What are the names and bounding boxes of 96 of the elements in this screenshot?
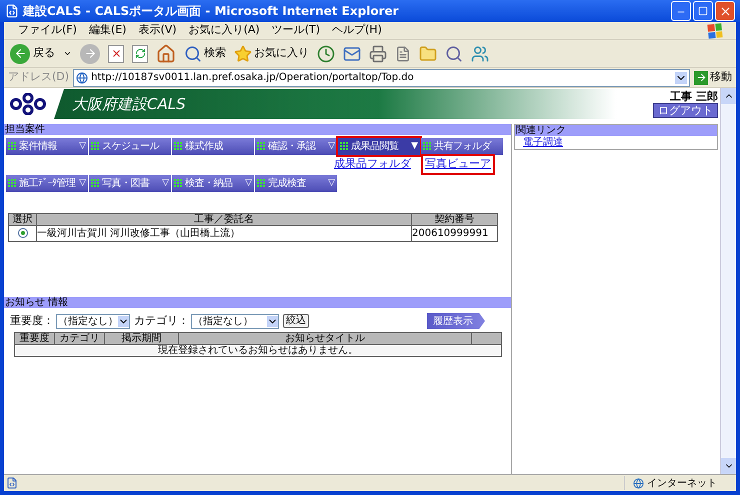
edit-icon[interactable] — [395, 46, 411, 62]
address-field[interactable]: http://10187sv0011.lan.pref.osaka.jp/Operation/portaltop/Top.do — [73, 68, 690, 86]
grid-icon — [423, 142, 432, 151]
grid-icon — [91, 142, 100, 151]
menu-item[interactable]: お気に入り(A) — [188, 22, 260, 39]
dropdown-arrow-icon: ▽ — [79, 179, 86, 188]
filter-label: 重要度： — [10, 312, 54, 329]
globe-icon — [633, 478, 644, 488]
submenu-link[interactable]: 成果品フォルダ — [332, 156, 413, 173]
search-icon — [184, 44, 202, 62]
stop-icon[interactable] — [108, 44, 124, 62]
minimize-button[interactable] — [671, 1, 691, 21]
dropdown-icon — [267, 316, 278, 326]
menu-tab[interactable]: 施工ﾃﾞｰﾀ管理 ▽ — [6, 175, 88, 192]
grid-icon — [257, 142, 266, 151]
menu-tab[interactable]: 完成検査 ▽ — [255, 175, 337, 192]
dropdown-arrow-icon: ▽ — [245, 179, 252, 188]
close-button[interactable] — [715, 1, 735, 21]
grid-icon — [340, 142, 349, 151]
column-header: 掲示期間 — [104, 332, 178, 344]
menu-item[interactable]: ヘルプ(H) — [332, 22, 382, 39]
column-header: 選択 — [8, 214, 36, 226]
menu-tab[interactable]: スケジュール — [89, 138, 171, 155]
column-header: 重要度 — [14, 332, 54, 344]
home-icon[interactable] — [156, 44, 176, 64]
grid-icon — [8, 179, 17, 188]
page-icon — [6, 477, 18, 489]
section-header: 担当案件 — [4, 124, 511, 135]
menu-item[interactable]: ファイル(F) — [18, 22, 77, 39]
grid-icon — [174, 142, 183, 151]
maximize-icon — [698, 6, 708, 16]
maximize-button[interactable] — [693, 1, 713, 21]
dropdown-arrow-icon: ▽ — [328, 179, 335, 188]
go-arrow-icon — [696, 72, 706, 83]
dropdown-arrow-icon: ▽ — [328, 142, 335, 151]
section-header: お知らせ 情報 — [4, 297, 511, 308]
dropdown-arrow-icon: ▼ — [411, 142, 418, 151]
radio-button[interactable] — [18, 228, 28, 238]
filter-label: カテゴリ： — [134, 312, 189, 329]
filter-select[interactable]: （指定なし） — [191, 314, 279, 328]
column-header: 工事／委託名 — [36, 214, 412, 226]
filter-select[interactable]: （指定なし） — [56, 314, 130, 328]
logo-icon — [10, 93, 46, 115]
menu-tab[interactable]: 検査・納品 ▽ — [172, 175, 254, 192]
site-title: 大阪府建設CALS — [72, 94, 186, 115]
back-button[interactable]: 戻る — [10, 44, 55, 64]
section-header: 関連リンク — [515, 125, 717, 136]
menu-tab[interactable]: 案件情報 ▽ — [6, 138, 88, 155]
menu-tab[interactable]: 写真・図書 ▽ — [89, 175, 171, 192]
related-link[interactable]: 電子調達 — [523, 136, 563, 149]
menu-item[interactable]: 編集(E) — [88, 22, 126, 39]
empty-message: 現在登録されているお知らせはありません。 — [14, 344, 502, 356]
favorites-button[interactable]: お気に入り — [234, 44, 309, 62]
history-button[interactable]: 履歴表示 — [427, 313, 485, 329]
dropdown-arrow-icon: ▽ — [162, 179, 169, 188]
dropdown-arrow-icon: ▽ — [79, 142, 86, 151]
dropdown-icon[interactable] — [675, 72, 687, 84]
research-icon[interactable] — [445, 44, 463, 62]
print-icon[interactable] — [369, 44, 387, 62]
table-cell: 200610999991 — [412, 226, 498, 242]
grid-icon — [257, 179, 266, 188]
menu-item[interactable]: ツール(T) — [272, 22, 320, 39]
star-icon — [234, 44, 252, 62]
refresh-icon[interactable] — [132, 44, 148, 62]
menu-tab[interactable]: 成果品閲覧 ▼ — [338, 138, 420, 155]
back-icon — [10, 44, 30, 64]
close-icon — [718, 4, 732, 18]
globe-icon — [76, 72, 88, 84]
dropdown-icon — [118, 316, 129, 326]
menu-tab[interactable]: 様式作成 — [172, 138, 254, 155]
windows-logo-icon — [707, 22, 723, 38]
go-button[interactable]: 移動 — [694, 69, 732, 86]
mail-icon[interactable] — [343, 44, 361, 62]
grid-icon — [91, 179, 100, 188]
filter-button[interactable]: 絞込 — [283, 314, 309, 328]
url-text: http://10187sv0011.lan.pref.osaka.jp/Operation/portaltop/Top.do — [91, 71, 414, 85]
column-header: 契約番号 — [412, 214, 498, 226]
menu-tab[interactable]: 共有フォルダ — [421, 138, 503, 155]
grid-icon — [8, 142, 17, 151]
user-name: 工事 三郎 — [670, 90, 718, 102]
submenu-link[interactable]: 写真ビューア — [423, 156, 493, 173]
window-title: 建設CALS - CALSポータル画面 - Microsoft Internet Explorer — [23, 3, 399, 20]
search-button[interactable]: 検索 — [184, 44, 226, 62]
menu-item[interactable]: 表示(V) — [138, 22, 177, 39]
menu-tab[interactable]: 確認・承認 ▽ — [255, 138, 337, 155]
logout-button[interactable]: ログアウト — [653, 102, 718, 118]
address-label: アドレス(D) — [8, 69, 70, 86]
grid-icon — [174, 179, 183, 188]
page-icon — [5, 4, 19, 18]
dropdown-icon[interactable] — [63, 49, 72, 58]
table-cell: 一級河川古賀川 河川改修工事（山田橋上流） — [36, 226, 412, 242]
messenger-icon[interactable] — [471, 44, 489, 62]
zone-label: インターネット — [647, 476, 717, 490]
history-icon[interactable] — [317, 44, 335, 62]
scrollbar[interactable] — [720, 88, 736, 474]
column-header: お知らせタイトル — [178, 332, 472, 344]
